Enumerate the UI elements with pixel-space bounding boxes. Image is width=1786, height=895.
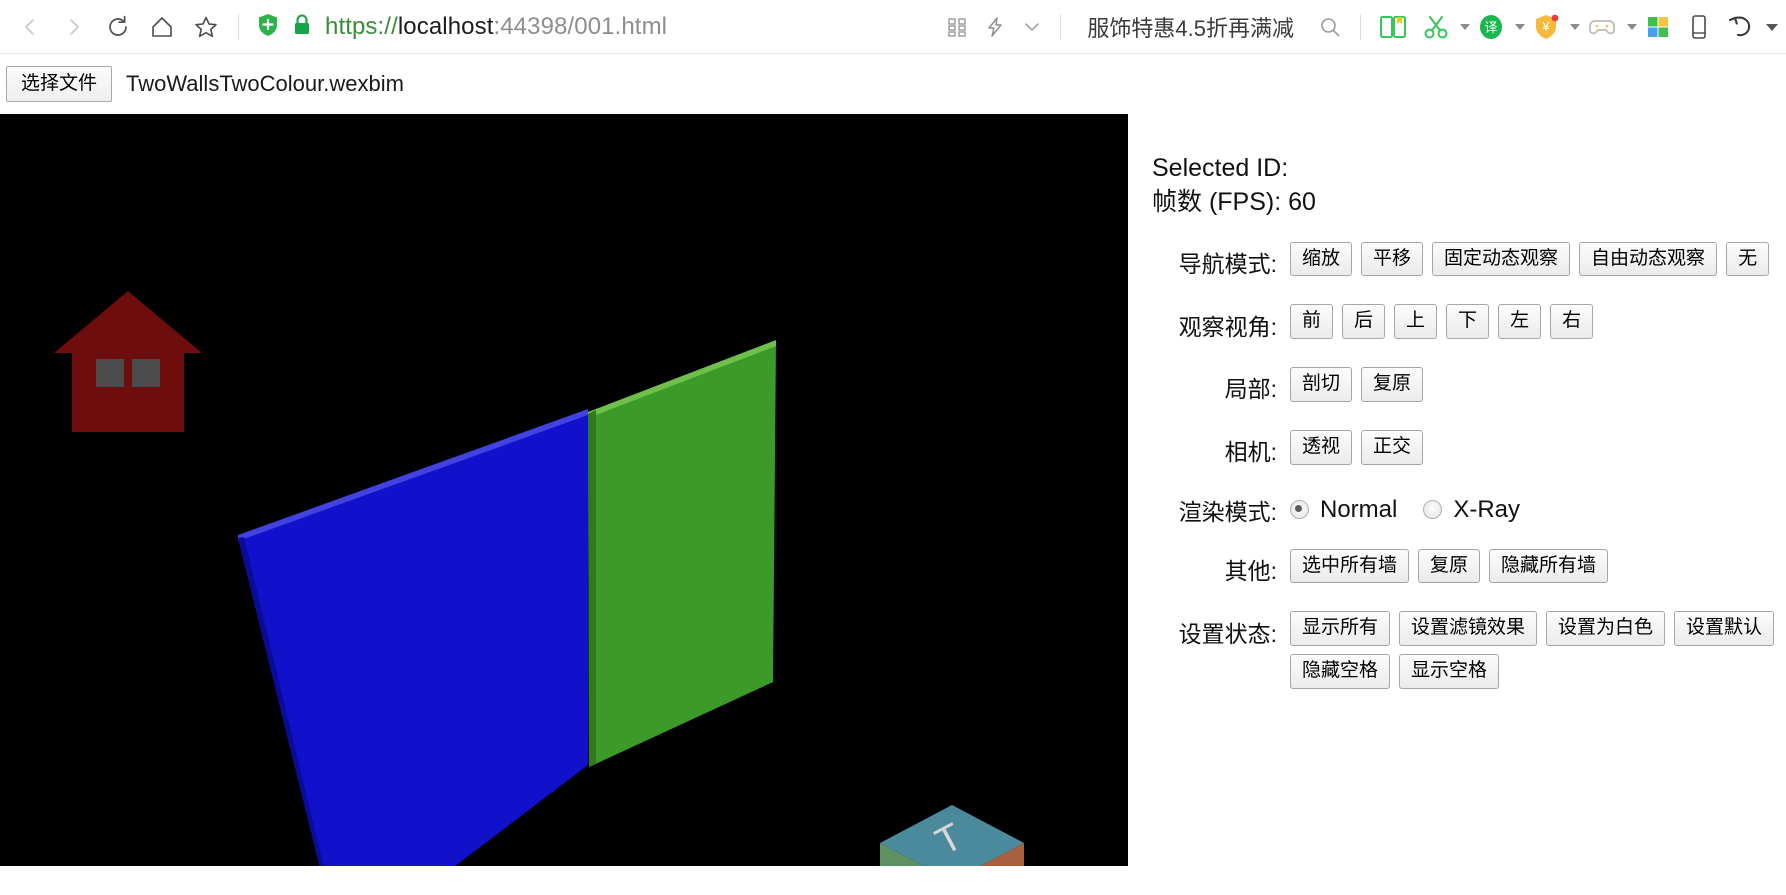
chevron-left-icon [19, 16, 41, 38]
view-back-button[interactable]: 后 [1342, 304, 1386, 340]
star-icon [192, 13, 220, 41]
main-area: T L F Selected ID: 帧数 (FPS): 60 导航模式: 缩放… [0, 114, 1786, 866]
forward-button[interactable] [52, 5, 96, 49]
radio-unselected-icon[interactable] [1423, 500, 1443, 520]
nav-mode-free-orbit-button[interactable]: 自由动态观察 [1579, 241, 1718, 277]
hide-all-walls-button[interactable]: 隐藏所有墙 [1489, 548, 1609, 584]
render-mode-xray-label: X-Ray [1453, 495, 1521, 523]
settings-state-row: 设置状态: 显示所有 设置滤镜效果 设置为白色 设置默认 [1152, 611, 1786, 652]
wall-blue [238, 412, 588, 866]
translate-dropdown-caret[interactable] [1515, 24, 1525, 30]
mobile-device-icon[interactable] [1679, 5, 1719, 49]
show-all-button[interactable]: 显示所有 [1290, 611, 1391, 647]
wall-green-left-edge [588, 410, 596, 767]
set-default-button[interactable]: 设置默认 [1674, 611, 1775, 647]
control-panel: Selected ID: 帧数 (FPS): 60 导航模式: 缩放 平移 固定… [1128, 114, 1786, 695]
coupon-shield-icon[interactable]: ¥ [1525, 5, 1567, 49]
set-filter-button[interactable]: 设置滤镜效果 [1399, 611, 1538, 647]
view-right-button[interactable]: 右 [1550, 304, 1594, 340]
svg-text:译: 译 [1484, 20, 1497, 35]
choose-file-button[interactable]: 选择文件 [6, 66, 113, 102]
others-label: 其他: [1224, 558, 1277, 585]
gamepad-icon[interactable] [1580, 5, 1624, 49]
coupon-dropdown-caret[interactable] [1570, 24, 1580, 30]
navigation-cube[interactable]: T L F [872, 799, 1032, 866]
camera-perspective-button[interactable]: 透视 [1290, 429, 1353, 465]
gamepad-dropdown-caret[interactable] [1627, 24, 1637, 30]
reload-icon [104, 13, 132, 41]
nav-mode-zoom-button[interactable]: 缩放 [1290, 241, 1353, 277]
scissors-icon[interactable] [1415, 5, 1457, 49]
security-shield-icon[interactable] [255, 12, 281, 43]
section-label: 局部: [1224, 376, 1277, 403]
nav-mode-none-button[interactable]: 无 [1726, 241, 1770, 277]
history-dropdown-caret[interactable] [1766, 23, 1778, 31]
radio-selected-icon[interactable] [1290, 500, 1309, 520]
settings-state-label: 设置状态: [1178, 620, 1277, 647]
url-path: :44398/001.html [493, 13, 668, 40]
viewer-canvas[interactable]: T L F [0, 114, 1128, 866]
apps-grid-color-icon[interactable] [1637, 5, 1679, 49]
view-angle-row: 观察视角: 前 后 上 下 左 右 [1152, 304, 1786, 345]
set-white-button[interactable]: 设置为白色 [1546, 611, 1666, 647]
chevron-down-icon[interactable] [1014, 5, 1050, 49]
toolbar-divider-2 [1060, 14, 1062, 40]
render-mode-xray-option[interactable]: X-Ray [1423, 496, 1520, 524]
section-row: 局部: 剖切 复原 [1152, 367, 1786, 408]
home-icon [148, 13, 176, 41]
render-mode-label: 渲染模式: [1178, 498, 1277, 525]
show-spaces-button[interactable]: 显示空格 [1399, 654, 1500, 690]
view-angle-label: 观察视角: [1178, 313, 1277, 340]
toolbar-extensions: 服饰特惠4.5折再满减 译 ¥ [938, 0, 1778, 54]
others-reset-button[interactable]: 复原 [1418, 548, 1481, 584]
lightning-icon[interactable] [976, 5, 1014, 49]
render-mode-normal-option[interactable]: Normal [1290, 496, 1397, 524]
promo-text[interactable]: 服饰特惠4.5折再满减 [1071, 11, 1310, 43]
book-icon[interactable] [1371, 5, 1415, 49]
navigation-mode-label: 导航模式: [1178, 250, 1277, 277]
navigation-mode-row: 导航模式: 缩放 平移 固定动态观察 自由动态观察 无 [1152, 241, 1786, 283]
browser-toolbar: https://localhost:44398/001.html 服饰特惠4.5… [0, 0, 1786, 54]
translate-icon[interactable]: 译 [1470, 5, 1512, 49]
scissors-dropdown-caret[interactable] [1460, 24, 1470, 30]
lock-icon[interactable] [291, 13, 313, 42]
nav-mode-fixed-orbit-button[interactable]: 固定动态观察 [1432, 241, 1571, 277]
svg-text:¥: ¥ [1541, 19, 1550, 34]
selected-file-name: TwoWallsTwoColour.wexbim [126, 71, 404, 96]
nav-mode-pan-button[interactable]: 平移 [1361, 241, 1424, 277]
address-bar-url[interactable]: https://localhost:44398/001.html [325, 13, 667, 41]
file-input-row: 选择文件 TwoWallsTwoColour.wexbim [0, 54, 1786, 114]
reload-button[interactable] [96, 5, 140, 49]
search-icon[interactable] [1310, 5, 1350, 49]
walls-group [238, 340, 776, 866]
render-mode-row: 渲染模式: Normal X-Ray [1152, 493, 1786, 527]
select-all-walls-button[interactable]: 选中所有墙 [1290, 548, 1410, 584]
chevron-right-icon [63, 16, 85, 38]
back-button[interactable] [8, 5, 52, 49]
view-left-button[interactable]: 左 [1498, 304, 1542, 340]
section-reset-button[interactable]: 复原 [1361, 367, 1424, 402]
hide-spaces-button[interactable]: 隐藏空格 [1290, 654, 1391, 690]
url-host: localhost [397, 13, 494, 40]
toolbar-divider [238, 14, 239, 40]
view-bottom-button[interactable]: 下 [1446, 304, 1490, 340]
toolbar-divider-3 [1360, 14, 1361, 40]
render-mode-normal-label: Normal [1320, 495, 1398, 523]
camera-orthographic-button[interactable]: 正交 [1361, 429, 1424, 465]
camera-label: 相机: [1224, 439, 1277, 466]
section-clip-button[interactable]: 剖切 [1290, 367, 1353, 402]
fps-label: 帧数 (FPS): 60 [1152, 187, 1316, 216]
camera-row: 相机: 透视 正交 [1152, 429, 1786, 471]
home-button[interactable] [140, 5, 184, 49]
selected-id-label: Selected ID: [1152, 154, 1289, 182]
others-row: 其他: 选中所有墙 复原 隐藏所有墙 [1152, 548, 1786, 590]
bookmark-button[interactable] [184, 5, 228, 49]
history-undo-icon[interactable] [1719, 5, 1763, 49]
view-top-button[interactable]: 上 [1394, 304, 1438, 340]
app-grid-icon[interactable] [938, 5, 976, 49]
settings-state-row-2: 隐藏空格 显示空格 [1290, 654, 1786, 695]
view-front-button[interactable]: 前 [1290, 304, 1334, 340]
url-scheme: https:// [325, 13, 398, 40]
render-mode-options: Normal X-Ray [1290, 496, 1546, 524]
